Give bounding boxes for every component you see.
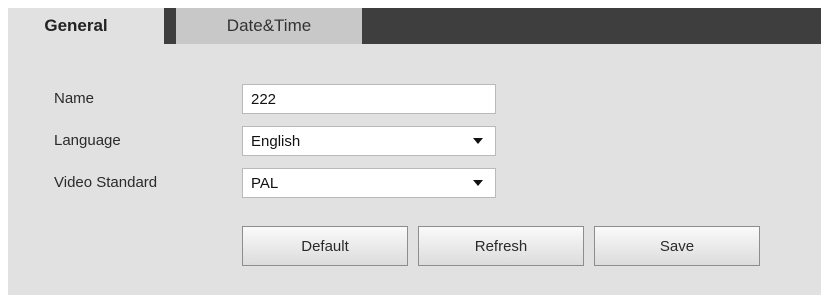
- chevron-down-icon: [473, 138, 483, 144]
- settings-panel: General Date&Time Name 222 Language Engl…: [8, 8, 821, 295]
- tab-general[interactable]: General: [8, 8, 164, 44]
- language-label: Language: [54, 132, 121, 149]
- video-standard-value: PAL: [251, 174, 279, 192]
- name-field[interactable]: 222: [242, 84, 496, 114]
- tab-bar: General Date&Time: [8, 8, 821, 44]
- video-standard-label: Video Standard: [54, 174, 158, 191]
- video-standard-select[interactable]: PAL: [242, 168, 496, 198]
- tab-separator: [164, 8, 176, 44]
- refresh-button[interactable]: Refresh: [418, 226, 584, 266]
- default-button[interactable]: Default: [242, 226, 408, 266]
- name-label: Name: [54, 90, 95, 107]
- tab-date-time[interactable]: Date&Time: [176, 8, 362, 44]
- language-value: English: [251, 132, 301, 150]
- name-value: 222: [251, 90, 277, 108]
- screen: General Date&Time Name 222 Language Engl…: [0, 0, 829, 304]
- save-button[interactable]: Save: [594, 226, 760, 266]
- language-select[interactable]: English: [242, 126, 496, 156]
- chevron-down-icon: [473, 180, 483, 186]
